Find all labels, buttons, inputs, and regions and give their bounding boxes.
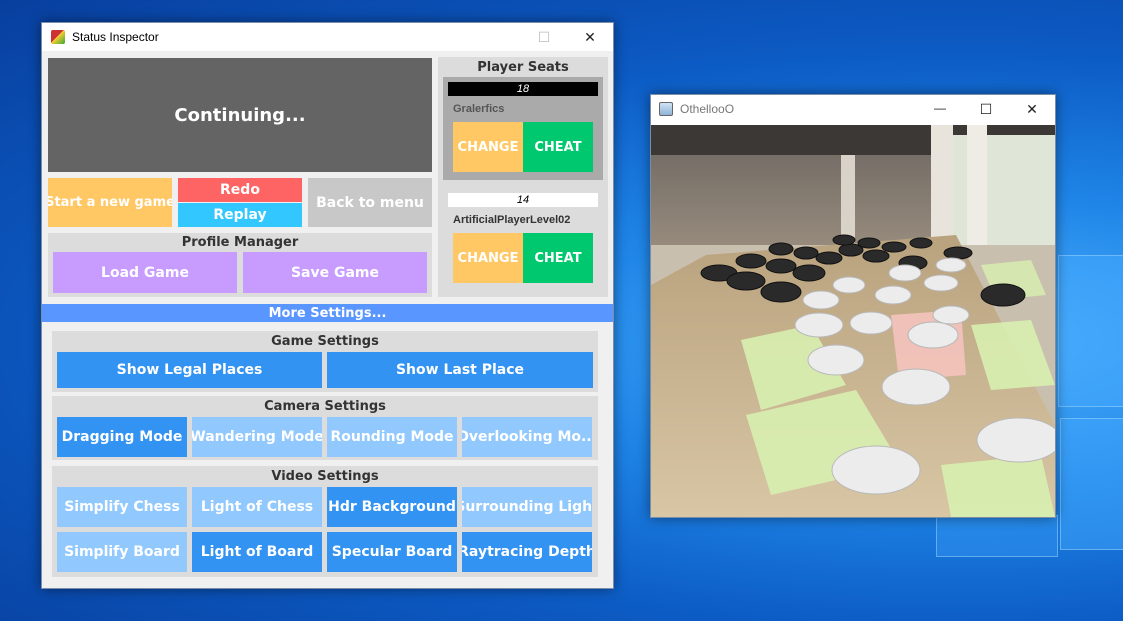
seat-1-score: 18 — [448, 82, 598, 96]
seat-1: 18 Gralerfics CHANGE CHEAT — [443, 77, 603, 180]
app-icon — [51, 30, 65, 44]
seat-2-cheat-button[interactable]: CHEAT — [523, 233, 593, 283]
camera-settings-title: Camera Settings — [264, 399, 386, 414]
video-settings-title: Video Settings — [271, 469, 379, 484]
white-piece — [923, 274, 959, 292]
black-piece — [735, 253, 767, 269]
title-bar: Status Inspector — ☐ ✕ — [42, 23, 613, 51]
status-text: Continuing... — [174, 104, 306, 126]
specular-board-button[interactable]: Specular Board — [327, 532, 457, 572]
raytracing-depth-button[interactable]: Raytracing Depth — [462, 532, 592, 572]
black-piece — [943, 246, 973, 260]
rounding-mode-button[interactable]: Rounding Mode — [327, 417, 457, 457]
profile-manager-panel: Profile Manager Load Game Save Game — [48, 233, 432, 297]
othello-window: OthellooO — ☐ ✕ — [650, 94, 1056, 518]
game-settings-title: Game Settings — [271, 334, 379, 349]
black-piece — [815, 251, 843, 265]
window-title: Status Inspector — [72, 30, 159, 44]
othello-close-button[interactable]: ✕ — [1009, 95, 1055, 125]
maximize-button[interactable]: ☐ — [521, 23, 567, 51]
black-piece — [793, 246, 819, 260]
othello-3d-viewport[interactable] — [651, 125, 1055, 517]
replay-button[interactable]: Replay — [178, 203, 302, 227]
seat-2-player-name: ArtificialPlayerLevel02 — [453, 214, 571, 226]
start-new-game-button[interactable]: Start a new game — [48, 178, 172, 227]
desktop-logo-pane — [936, 515, 1058, 557]
black-piece — [768, 242, 794, 256]
white-piece — [976, 417, 1055, 463]
show-legal-places-button[interactable]: Show Legal Places — [57, 352, 322, 388]
back-to-menu-button[interactable]: Back to menu — [308, 178, 432, 227]
black-piece — [792, 264, 826, 282]
seat-2: 14 ArtificialPlayerLevel02 CHANGE CHEAT — [443, 188, 603, 292]
legal-square-highlight — [941, 455, 1055, 517]
hdr-background-button[interactable]: Hdr Background — [327, 487, 457, 527]
show-last-place-button[interactable]: Show Last Place — [327, 352, 593, 388]
more-settings-button[interactable]: More Settings... — [42, 304, 613, 322]
othello-window-title: OthellooO — [680, 102, 735, 116]
overlooking-mode-button[interactable]: Overlooking Mo... — [462, 417, 592, 457]
wandering-mode-button[interactable]: Wandering Mode — [192, 417, 322, 457]
black-piece — [726, 271, 766, 291]
white-piece — [935, 257, 967, 273]
othello-title-bar: OthellooO — ☐ ✕ — [651, 95, 1055, 125]
video-settings-panel: Video Settings Simplify Chess Light of C… — [52, 466, 598, 577]
profile-manager-title: Profile Manager — [181, 235, 299, 250]
white-piece — [807, 344, 865, 376]
seat-2-score: 14 — [448, 193, 598, 207]
desktop-logo-pane — [1058, 255, 1123, 407]
seat-1-cheat-button[interactable]: CHEAT — [523, 122, 593, 172]
seat-2-change-button[interactable]: CHANGE — [453, 233, 523, 283]
minimize-button[interactable]: — — [451, 23, 497, 51]
close-button[interactable]: ✕ — [567, 23, 613, 51]
simplify-chess-button[interactable]: Simplify Chess — [57, 487, 187, 527]
white-piece — [802, 290, 840, 310]
black-piece — [980, 283, 1026, 307]
load-game-button[interactable]: Load Game — [53, 252, 237, 293]
room-window — [951, 135, 1055, 255]
dragging-mode-button[interactable]: Dragging Mode — [57, 417, 187, 457]
save-game-button[interactable]: Save Game — [243, 252, 427, 293]
white-piece — [907, 321, 959, 349]
game-settings-panel: Game Settings Show Legal Places Show Las… — [52, 331, 598, 392]
desktop-logo-pane — [1060, 418, 1123, 550]
black-piece — [765, 258, 797, 274]
black-piece — [760, 281, 802, 303]
black-piece — [832, 234, 856, 246]
white-piece — [832, 276, 866, 294]
seat-1-player-name: Gralerfics — [453, 103, 505, 115]
light-of-board-button[interactable]: Light of Board — [192, 532, 322, 572]
white-piece — [888, 264, 922, 282]
black-piece — [909, 237, 933, 249]
room-column — [967, 125, 987, 265]
othello-app-icon — [659, 102, 673, 116]
white-piece — [831, 445, 921, 495]
simplify-board-button[interactable]: Simplify Board — [57, 532, 187, 572]
white-piece — [849, 311, 893, 335]
othello-maximize-button[interactable]: ☐ — [963, 95, 1009, 125]
white-piece — [794, 312, 844, 338]
redo-button[interactable]: Redo — [178, 178, 302, 202]
black-piece — [857, 237, 881, 249]
light-of-chess-button[interactable]: Light of Chess — [192, 487, 322, 527]
black-piece — [881, 241, 907, 253]
player-seats-title: Player Seats — [477, 60, 569, 75]
white-piece — [881, 368, 951, 406]
seat-1-change-button[interactable]: CHANGE — [453, 122, 523, 172]
white-piece — [932, 305, 970, 325]
black-piece — [862, 249, 890, 263]
player-seats-panel: Player Seats 18 Gralerfics CHANGE CHEAT … — [438, 57, 608, 297]
status-inspector-window: Status Inspector — ☐ ✕ Continuing... Sta… — [41, 22, 614, 589]
status-display: Continuing... — [48, 58, 432, 172]
white-piece — [874, 285, 912, 305]
camera-settings-panel: Camera Settings Dragging Mode Wandering … — [52, 396, 598, 460]
othello-minimize-button[interactable]: — — [917, 95, 963, 125]
surrounding-light-button[interactable]: Surrounding Light — [462, 487, 592, 527]
